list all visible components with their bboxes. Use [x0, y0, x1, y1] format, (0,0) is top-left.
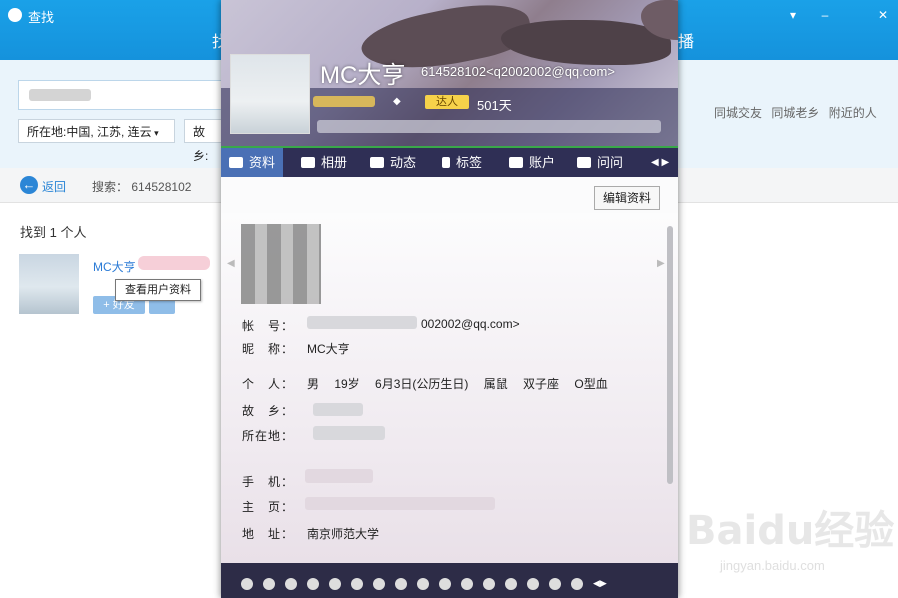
service-icon[interactable]: [571, 578, 583, 590]
location-filter-label: 所在地:中国, 江苏, 连云: [27, 125, 152, 139]
field-label-hometown: 故 乡：: [242, 404, 295, 418]
blurred-text: [313, 403, 363, 416]
tab-questions[interactable]: 问问: [577, 148, 623, 177]
blurred-text: [305, 497, 495, 510]
field-value-nickname: MC大亨: [307, 342, 350, 356]
field-value-account: 002002@qq.com>: [421, 317, 520, 331]
service-icon[interactable]: [263, 578, 275, 590]
back-arrow-icon[interactable]: ←: [20, 176, 38, 194]
blurred-text: [307, 316, 417, 329]
photo-icon: [301, 157, 315, 168]
back-button[interactable]: 返回: [42, 178, 66, 195]
close-icon[interactable]: ✕: [876, 8, 890, 22]
profile-tabs: 资料 相册 动态 标签 账户 问问 ◀ ▶: [221, 146, 678, 177]
field-label-location: 所在地：: [242, 429, 295, 443]
heart-icon[interactable]: [241, 578, 253, 590]
diamond-icon[interactable]: [483, 578, 495, 590]
location-filter-dropdown[interactable]: 所在地:中国, 江苏, 连云 ▾: [18, 119, 175, 143]
tab-label: 相册: [321, 155, 348, 170]
icons-scroll-icon[interactable]: ◀▶: [593, 578, 607, 589]
side-links: 同城交友 同城老乡 附近的人: [714, 104, 883, 121]
hometown-filter-label: 故乡:: [193, 125, 209, 163]
field-label-mobile: 手 机：: [242, 475, 295, 489]
tab-label: 账户: [529, 155, 556, 170]
diamond-icon[interactable]: [527, 578, 539, 590]
chevron-down-icon: ▾: [151, 128, 159, 138]
profile-photo[interactable]: [241, 224, 321, 304]
tab-account[interactable]: 账户: [509, 148, 555, 177]
tab-profile[interactable]: 资料: [221, 148, 284, 177]
tabs-scroll-icon[interactable]: ◀ ▶: [651, 148, 669, 177]
diamond-icon[interactable]: [461, 578, 473, 590]
search-value: 614528102: [131, 180, 192, 194]
field-label-account: 帐 号：: [242, 319, 295, 333]
tab-tags[interactable]: 标签: [442, 148, 482, 177]
search-summary: 搜索： 614528102: [92, 178, 191, 195]
result-count: 找到 1 个人: [20, 225, 87, 240]
profile-qq-email: 614528102<q2002002@qq.com>: [421, 64, 615, 79]
level-icon: ◆: [393, 96, 401, 107]
tab-label: 标签: [456, 155, 483, 170]
field-value-personal: 男 19岁 6月3日(公历生日) 属鼠 双子座 O型血: [307, 377, 608, 391]
link-nearby[interactable]: 附近的人: [829, 106, 877, 120]
blurred-text: [138, 256, 210, 270]
diamond-icon[interactable]: [439, 578, 451, 590]
tab-label: 资料: [249, 155, 276, 170]
qq-logo-icon: [8, 8, 22, 22]
field-label-personal: 个 人：: [242, 377, 295, 391]
blurred-text: [313, 426, 385, 440]
star-icon[interactable]: [505, 578, 517, 590]
blurred-text: [313, 96, 375, 107]
heart-icon[interactable]: [549, 578, 561, 590]
avatar[interactable]: [19, 254, 79, 314]
diamond-icon[interactable]: [285, 578, 297, 590]
diamond-icon[interactable]: [329, 578, 341, 590]
list-icon: [370, 157, 384, 168]
link-same-hometown[interactable]: 同城老乡: [771, 106, 819, 120]
field-label-address: 地 址：: [242, 527, 295, 541]
briefcase-icon: [509, 157, 523, 168]
hometown-filter-dropdown[interactable]: 故乡:: [184, 119, 222, 163]
field-label-homepage: 主 页：: [242, 500, 295, 514]
service-icon[interactable]: [351, 578, 363, 590]
profile-avatar[interactable]: [230, 54, 310, 134]
diamond-icon[interactable]: [373, 578, 385, 590]
watermark-logo: Baidu经验: [686, 508, 895, 554]
blurred-text: [317, 120, 661, 133]
minimize-icon[interactable]: –: [818, 8, 832, 22]
prev-photo-icon[interactable]: ◀: [227, 258, 235, 269]
tooltip: 查看用户资料: [115, 279, 201, 301]
edit-profile-button[interactable]: 编辑资料: [594, 186, 660, 210]
id-card-icon: [229, 157, 243, 168]
tab-feed[interactable]: 动态: [370, 148, 416, 177]
result-name-link[interactable]: MC大亨: [93, 258, 136, 275]
service-icon[interactable]: [307, 578, 319, 590]
window-title: 查找: [28, 10, 55, 25]
watermark-url: jingyan.baidu.com: [720, 558, 825, 573]
search-label: 搜索：: [92, 180, 129, 194]
diamond-icon[interactable]: [417, 578, 429, 590]
next-photo-icon[interactable]: ▶: [657, 258, 665, 269]
bookmark-icon: [442, 157, 450, 168]
profile-panel: MC大亨 614528102<q2002002@qq.com> ◆ 达人 501…: [221, 0, 678, 598]
profile-name: MC大亨: [320, 62, 406, 89]
blurred-text: [305, 469, 373, 483]
blurred-text: [29, 89, 91, 101]
tab-album[interactable]: 相册: [301, 148, 347, 177]
talent-badge: 达人: [425, 95, 469, 109]
question-icon: [577, 157, 591, 168]
tab-label: 问问: [597, 155, 624, 170]
feedback-icon[interactable]: ▾: [786, 8, 800, 22]
diamond-icon[interactable]: [395, 578, 407, 590]
scrollbar[interactable]: [667, 226, 673, 484]
header-text-partial-right: 播: [678, 34, 695, 51]
field-value-address: 南京师范大学: [307, 527, 380, 541]
field-label-nickname: 昵 称：: [242, 342, 295, 356]
tab-label: 动态: [390, 155, 417, 170]
link-same-city[interactable]: 同城交友: [714, 106, 762, 120]
search-input[interactable]: [18, 80, 230, 110]
active-days: 501天: [477, 98, 512, 113]
